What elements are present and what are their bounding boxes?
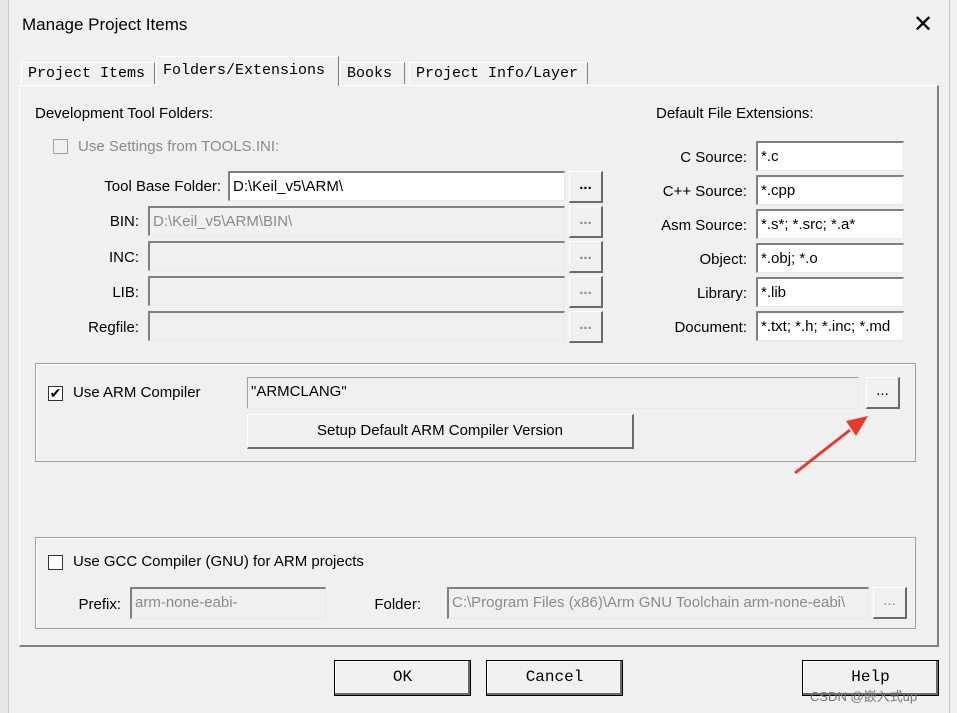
c-source-field[interactable]: *.c [756,141,904,171]
background-window [0,0,8,713]
regfile-browse-button[interactable]: ... [569,311,603,343]
bin-label: BIN: [109,213,139,230]
cpp-source-field[interactable]: *.cpp [756,175,904,205]
gcc-prefix-field[interactable]: arm-none-eabi- [130,587,326,619]
tool-base-label: Tool Base Folder: [104,178,221,195]
use-arm-compiler-label: Use ARM Compiler [73,384,201,401]
bin-field[interactable]: D:\Keil_v5\ARM\BIN\ [148,206,565,236]
gcc-folder-label: Folder: [374,596,421,613]
cpp-source-label: C++ Source: [662,183,747,200]
bin-browse-button[interactable]: ... [569,206,603,238]
inc-browse-button[interactable]: ... [569,241,603,273]
lib-field[interactable] [148,276,565,306]
tab-books[interactable]: Books [340,62,405,84]
document-label: Document: [674,319,747,336]
gcc-folder-browse-button[interactable]: ... [873,587,907,619]
lib-browse-button[interactable]: ... [569,276,603,308]
setup-arm-compiler-button[interactable]: Setup Default ARM Compiler Version [247,414,634,449]
use-gcc-compiler-label: Use GCC Compiler (GNU) for ARM projects [73,553,364,570]
gcc-folder-field[interactable]: C:\Program Files (x86)\Arm GNU Toolchain… [447,587,869,619]
use-arm-compiler-checkbox[interactable]: ✔ [48,386,63,401]
extensions-heading: Default File Extensions: [656,105,814,122]
arm-compiler-browse-button[interactable]: ... [866,377,900,409]
gcc-prefix-label: Prefix: [78,596,121,613]
library-label: Library: [696,285,747,302]
lib-label: LIB: [112,284,139,301]
ok-button[interactable]: OK [334,660,471,696]
asm-source-field[interactable]: *.s*; *.src; *.a* [756,209,904,239]
dialog-window: Manage Project Items ✕ Project Items Fol… [8,0,950,713]
dialog-title: Manage Project Items [22,15,188,34]
library-field[interactable]: *.lib [756,277,904,307]
tab-project-info-layer[interactable]: Project Info/Layer [409,62,588,84]
tool-base-field[interactable]: D:\Keil_v5\ARM\ [228,171,565,201]
regfile-label: Regfile: [88,319,139,336]
tool-base-browse-button[interactable]: ... [569,171,603,203]
watermark: CSDN @嵌入式up [810,689,918,704]
inc-label: INC: [109,249,139,266]
use-tools-ini-label: Use Settings from TOOLS.INI: [78,138,280,155]
cancel-button[interactable]: Cancel [486,660,623,696]
inc-field[interactable] [148,241,565,271]
c-source-label: C Source: [680,149,747,166]
close-icon[interactable]: ✕ [906,8,940,42]
object-label: Object: [699,251,747,268]
object-field[interactable]: *.obj; *.o [756,243,904,273]
arm-compiler-field[interactable]: "ARMCLANG" [247,377,859,409]
document-field[interactable]: *.txt; *.h; *.inc; *.md [756,311,904,341]
tab-folders-extensions[interactable]: Folders/Extensions [156,56,339,86]
regfile-field[interactable] [148,311,565,341]
use-tools-ini-checkbox[interactable] [53,139,68,154]
dev-folders-heading: Development Tool Folders: [35,105,214,122]
use-gcc-compiler-checkbox[interactable] [48,555,63,570]
tab-project-items[interactable]: Project Items [21,62,155,84]
asm-source-label: Asm Source: [661,217,747,234]
